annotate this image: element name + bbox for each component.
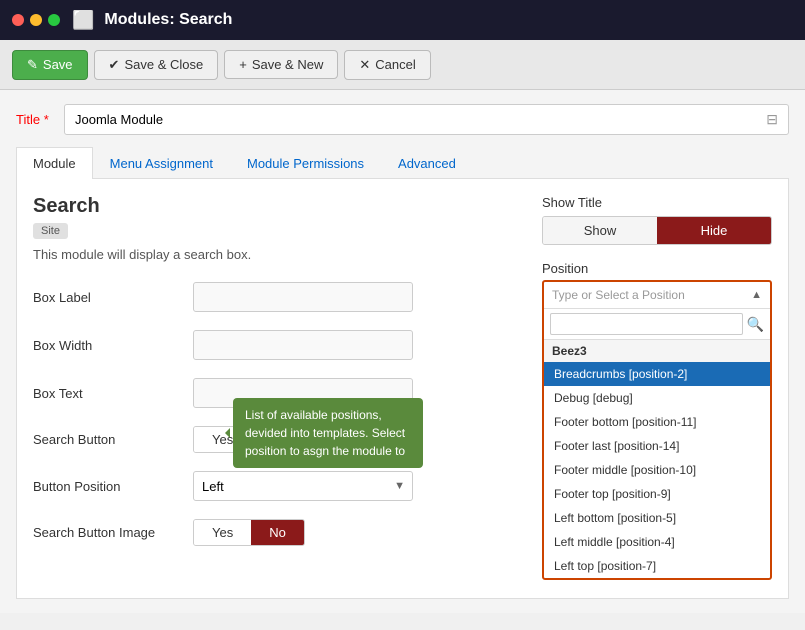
search-button-image-row: Search Button Image Yes No (33, 519, 522, 546)
title-field-label: Title * (16, 112, 56, 127)
minimize-dot[interactable] (30, 14, 42, 26)
title-row: Title * ⊟ (16, 104, 789, 135)
button-position-select[interactable]: Left Right (193, 471, 413, 501)
hide-button[interactable]: Hide (657, 217, 771, 244)
position-item-breadcrumbs[interactable]: Breadcrumbs [position-2] (544, 362, 770, 386)
window-controls (12, 14, 60, 26)
app-title: Modules: Search (104, 11, 232, 29)
tab-module-permissions[interactable]: Module Permissions (230, 147, 381, 179)
position-item-left-bottom[interactable]: Left bottom [position-5] (544, 506, 770, 530)
save-label: Save (43, 57, 73, 72)
search-button-image-yes[interactable]: Yes (194, 520, 251, 545)
tab-advanced[interactable]: Advanced (381, 147, 473, 179)
chevron-up-icon: ▲ (751, 289, 762, 301)
title-bar: ⬜ Modules: Search (0, 0, 805, 40)
position-item-footer-top[interactable]: Footer top [position-9] (544, 482, 770, 506)
box-label-input[interactable] (193, 282, 413, 312)
search-button-image-toggle: Yes No (193, 519, 305, 546)
position-item-footer-last[interactable]: Footer last [position-14] (544, 434, 770, 458)
module-description: This module will display a search box. (33, 247, 522, 262)
save-icon: ✎ (27, 57, 38, 73)
show-button[interactable]: Show (543, 217, 657, 244)
button-position-select-wrap: Left Right ▼ (193, 471, 413, 501)
position-group-label: Beez3 (544, 340, 770, 362)
position-dropdown: Type or Select a Position ▲ 🔍 Beez3 Brea… (542, 280, 772, 580)
site-badge: Site (33, 223, 68, 239)
box-width-label: Box Width (33, 338, 193, 353)
tabs-bar: Module Menu Assignment Module Permission… (16, 147, 789, 179)
box-width-row: Box Width (33, 330, 522, 360)
tab-module[interactable]: Module (16, 147, 93, 179)
save-close-label: Save & Close (124, 57, 203, 72)
cancel-button[interactable]: ✕ Cancel (344, 50, 430, 80)
main-panel: Search Site This module will display a s… (16, 179, 789, 599)
position-search-row: 🔍 (544, 309, 770, 340)
app-icon: ⬜ (72, 10, 94, 31)
tab-menu-assignment[interactable]: Menu Assignment (93, 147, 230, 179)
search-button-label: Search Button (33, 432, 193, 447)
search-button-image-label: Search Button Image (33, 525, 193, 540)
box-label-row: Box Label (33, 282, 522, 312)
position-item-left-top[interactable]: Left top [position-7] (544, 554, 770, 578)
position-item-debug[interactable]: Debug [debug] (544, 386, 770, 410)
position-label: Position (542, 261, 772, 276)
maximize-dot[interactable] (48, 14, 60, 26)
button-position-label: Button Position (33, 479, 193, 494)
x-icon: ✕ (359, 57, 370, 73)
position-item-footer-middle[interactable]: Footer middle [position-10] (544, 458, 770, 482)
tooltip: List of available positions, devided int… (233, 398, 423, 468)
left-column: Search Site This module will display a s… (33, 195, 522, 582)
show-title-label: Show Title (542, 195, 772, 210)
save-button[interactable]: ✎ Save (12, 50, 88, 80)
right-column: Show Title Show Hide Position Type or Se… (542, 195, 772, 582)
cancel-label: Cancel (375, 57, 415, 72)
button-position-row: Button Position Left Right ▼ (33, 471, 522, 501)
search-button-image-no[interactable]: No (251, 520, 304, 545)
title-input-wrapper: ⊟ (64, 104, 789, 135)
box-text-row: Box Text List of available positions, de… (33, 378, 522, 408)
position-select-trigger[interactable]: Type or Select a Position ▲ (544, 282, 770, 309)
position-item-footer-bottom[interactable]: Footer bottom [position-11] (544, 410, 770, 434)
box-label-label: Box Label (33, 290, 193, 305)
title-input[interactable] (75, 112, 758, 127)
save-close-button[interactable]: ✔ Save & Close (94, 50, 219, 80)
position-placeholder: Type or Select a Position (552, 288, 685, 302)
toggle-icon: ⊟ (766, 111, 778, 128)
content-area: Title * ⊟ Module Menu Assignment Module … (0, 90, 805, 613)
position-list: Beez3 Breadcrumbs [position-2] Debug [de… (544, 340, 770, 578)
toolbar: ✎ Save ✔ Save & Close + Save & New ✕ Can… (0, 40, 805, 90)
close-dot[interactable] (12, 14, 24, 26)
show-hide-toggle: Show Hide (542, 216, 772, 245)
module-title: Search (33, 195, 522, 218)
position-item-left-middle[interactable]: Left middle [position-4] (544, 530, 770, 554)
plus-icon: + (239, 57, 247, 72)
box-text-label: Box Text (33, 386, 193, 401)
box-width-input[interactable] (193, 330, 413, 360)
checkmark-icon: ✔ (109, 57, 120, 73)
search-icon: 🔍 (747, 316, 764, 333)
save-new-label: Save & New (252, 57, 324, 72)
save-new-button[interactable]: + Save & New (224, 50, 338, 79)
position-search-input[interactable] (550, 313, 743, 335)
